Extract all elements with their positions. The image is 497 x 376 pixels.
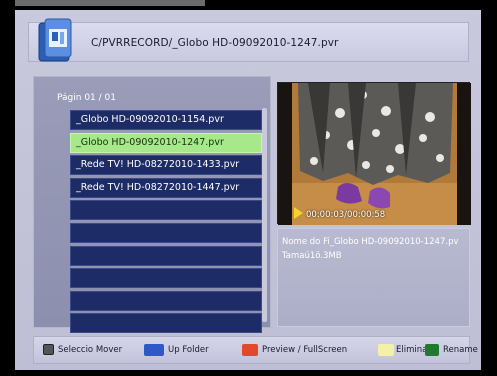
file-name-info: Nome do Fi_Globo HD-09092010-1247.pv: [282, 237, 459, 247]
video-preview[interactable]: [277, 82, 471, 225]
file-row[interactable]: [70, 268, 262, 289]
scrollbar[interactable]: [262, 108, 267, 322]
file-row[interactable]: _Globo HD-09092010-1154.pvr: [70, 110, 262, 130]
file-row[interactable]: [70, 200, 262, 221]
header-bar: C/PVRRECORD/_Globo HD-09092010-1247.pvr: [28, 18, 469, 62]
file-row-label: _Rede TV! HD-08272010-1447.pvr: [76, 181, 240, 193]
play-icon: [294, 207, 303, 219]
green-key-icon: [425, 344, 439, 356]
file-row-label: _Globo HD-09092010-1154.pvr: [76, 114, 224, 125]
rename-hint[interactable]: Rename: [443, 345, 478, 355]
up-folder-hint[interactable]: Up Folder: [168, 345, 209, 355]
file-row[interactable]: [70, 290, 262, 311]
blue-key-icon: [144, 344, 164, 356]
preview-image: [278, 83, 471, 225]
file-row-label: _Globo HD-09092010-1247.pvr: [76, 136, 224, 148]
file-row[interactable]: _Rede TV! HD-08272010-1433.pvr: [70, 155, 262, 176]
file-row[interactable]: [70, 245, 262, 266]
file-size-info: Tamaú1ö.3MB: [282, 251, 342, 261]
file-row-label: _Rede TV! HD-08272010-1433.pvr: [76, 159, 240, 171]
red-key-icon: [242, 344, 258, 356]
top-strip: [15, 0, 205, 6]
page-indicator: Págin 01 / 01: [57, 93, 116, 103]
file-row[interactable]: [70, 222, 262, 243]
file-info-panel: Nome do Fi_Globo HD-09092010-1247.pv Tam…: [277, 228, 470, 327]
playback-time: 00:00:03/00:00:58: [306, 210, 386, 220]
file-row[interactable]: [70, 313, 262, 334]
select-move-hint[interactable]: Seleccio Mover: [58, 345, 122, 355]
preview-fullscreen-hint[interactable]: Preview / FullScreen: [262, 345, 347, 355]
file-row[interactable]: _Rede TV! HD-08272010-1447.pvr: [70, 177, 262, 198]
folder-icon: [38, 18, 72, 62]
current-path: C/PVRRECORD/_Globo HD-09092010-1247.pvr: [91, 37, 339, 49]
yellow-key-icon: [378, 344, 394, 356]
file-row[interactable]: _Globo HD-09092010-1247.pvr: [70, 132, 262, 153]
footer-bar: Seleccio Mover Up Folder Preview / FullS…: [33, 336, 478, 364]
ok-key-icon: [43, 344, 54, 355]
file-list: _Globo HD-09092010-1154.pvr _Globo HD-090…: [70, 110, 262, 336]
